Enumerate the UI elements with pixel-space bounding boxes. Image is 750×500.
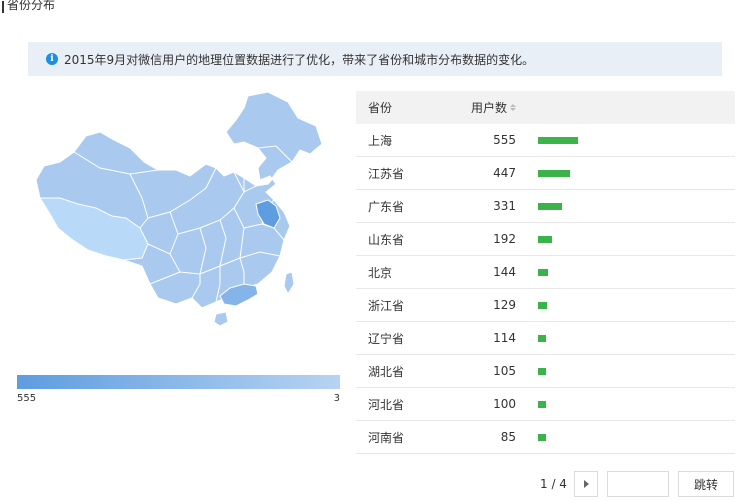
next-page-button[interactable] [574,471,598,497]
map-legend: 555 3 [17,375,340,404]
table-row: 浙江省 129 [356,289,735,322]
row-province: 江苏省 [368,166,405,181]
legend-min-label: 3 [333,393,340,404]
row-users: 114 [493,331,516,345]
row-users: 100 [493,397,516,411]
row-bar [538,367,546,375]
map-landmass[interactable] [35,91,323,309]
row-users: 192 [493,232,516,246]
table-row: 江苏省 447 [356,157,735,190]
row-province: 北京 [368,265,393,280]
china-map-svg[interactable] [30,88,330,338]
province-table: 省份 用户数 上海 555 江苏省 447 广东省 331 山东省 192 北京 144 浙江省 12… [356,91,735,454]
row-bar-cell [516,433,716,441]
row-users: 331 [493,199,516,213]
row-bar-cell [516,334,716,342]
chevron-right-icon [583,480,589,488]
row-users: 85 [500,430,516,444]
map-region-hainan[interactable] [213,311,229,327]
row-province: 山东省 [368,232,405,247]
info-icon: i [46,53,58,65]
notice-text: 2015年9月对微信用户的地理位置数据进行了优化，带来了省份和城市分布数据的变化… [64,52,535,67]
sort-icon[interactable] [510,104,516,111]
row-bar-cell [516,268,716,276]
legend-max-label: 555 [17,393,37,404]
page-indicator: 1 / 4 [540,477,567,491]
table-row: 山东省 192 [356,223,735,256]
section-header: 省份分布 [0,0,55,14]
row-bar-cell [516,202,716,210]
row-province: 辽宁省 [368,331,405,346]
table-row: 辽宁省 114 [356,322,735,355]
row-bar-cell [516,235,716,243]
table-header: 省份 用户数 [356,91,735,124]
table-row: 河南省 85 [356,421,735,454]
row-bar [538,235,552,243]
row-bar-cell [516,367,716,375]
column-header-users[interactable]: 用户数 [468,99,516,116]
china-map[interactable] [30,88,330,338]
row-users: 129 [493,298,516,312]
row-users: 105 [493,364,516,378]
pagination: 1 / 4 跳转 [0,471,750,497]
row-bar [538,136,578,144]
row-bar [538,334,546,342]
row-province: 湖北省 [368,364,405,379]
row-province: 上海 [368,133,393,148]
map-region-taiwan[interactable] [283,271,295,296]
table-row: 湖北省 105 [356,355,735,388]
row-province: 河南省 [368,430,405,445]
row-bar [538,301,547,309]
legend-gradient-bar[interactable] [17,375,340,389]
row-bar [538,400,546,408]
table-body: 上海 555 江苏省 447 广东省 331 山东省 192 北京 144 浙江省 129 辽宁省 114… [356,124,735,454]
column-header-users-label: 用户数 [470,101,507,115]
row-bar-cell [516,400,716,408]
row-province: 广东省 [368,199,405,214]
page-number-input[interactable] [607,471,669,497]
row-bar [538,268,548,276]
table-row: 广东省 331 [356,190,735,223]
row-bar [538,433,546,441]
row-bar [538,202,562,210]
notice-banner: i 2015年9月对微信用户的地理位置数据进行了优化，带来了省份和城市分布数据的… [28,42,722,76]
jump-button[interactable]: 跳转 [678,471,734,497]
table-row: 北京 144 [356,256,735,289]
column-header-province: 省份 [368,101,393,115]
row-bar-cell [516,169,716,177]
row-bar-cell [516,301,716,309]
row-province: 河北省 [368,397,405,412]
table-row: 河北省 100 [356,388,735,421]
row-bar-cell [516,136,716,144]
table-row: 上海 555 [356,124,735,157]
row-users: 447 [493,166,516,180]
row-users: 555 [493,133,516,147]
row-bar [538,169,570,177]
row-users: 144 [493,265,516,279]
title-accent [2,1,4,13]
row-province: 浙江省 [368,298,405,313]
section-title: 省份分布 [7,0,56,12]
